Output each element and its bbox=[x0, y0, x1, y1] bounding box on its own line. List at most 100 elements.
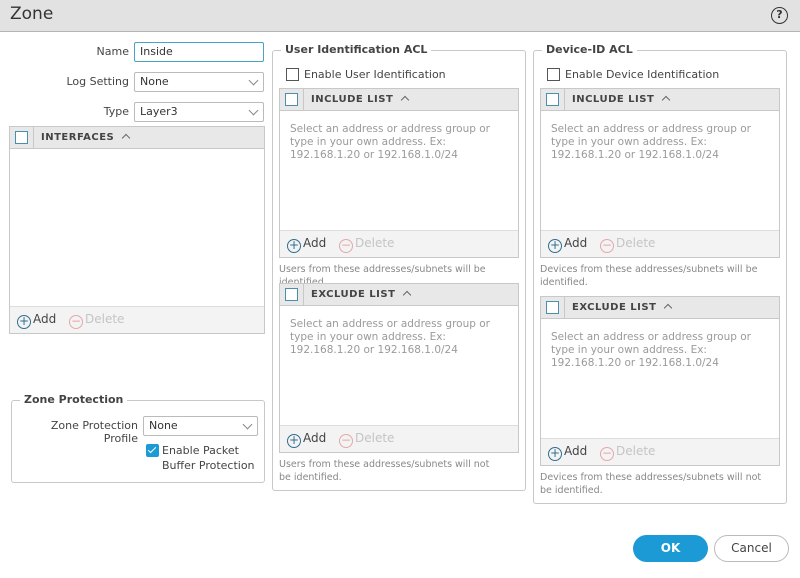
type-select[interactable]: Layer3 bbox=[134, 102, 264, 122]
plus-circle-icon: + bbox=[548, 238, 562, 253]
chevron-up-icon bbox=[122, 133, 131, 143]
chevron-up-icon bbox=[664, 303, 673, 313]
delete-button[interactable]: − Delete bbox=[600, 444, 655, 461]
chevron-up-icon bbox=[403, 290, 412, 300]
chevron-down-icon bbox=[248, 75, 259, 86]
plus-circle-icon: + bbox=[287, 238, 301, 253]
zone-protection-profile-label: Zone Protection Profile bbox=[50, 419, 138, 445]
log-setting-select[interactable]: None bbox=[134, 72, 264, 92]
add-button[interactable]: + Add bbox=[287, 431, 326, 448]
device-exclude-footer: + Add − Delete bbox=[541, 438, 779, 465]
delete-label: Delete bbox=[355, 236, 395, 250]
enable-device-id-checkbox[interactable]: Enable Device Identification bbox=[547, 68, 719, 81]
device-include-header: INCLUDE LIST bbox=[541, 89, 779, 111]
user-exclude-header-label: EXCLUDE LIST bbox=[311, 289, 396, 300]
minus-circle-icon: − bbox=[339, 433, 353, 448]
delete-label: Delete bbox=[355, 431, 395, 445]
select-all-checkbox[interactable] bbox=[285, 288, 298, 301]
dialog-title: Zone bbox=[10, 4, 54, 24]
add-button[interactable]: + Add bbox=[548, 236, 587, 253]
interfaces-header-label: INTERFACES bbox=[41, 132, 115, 143]
interfaces-grid: INTERFACES + Add − Delete bbox=[9, 126, 265, 334]
user-include-sort[interactable]: INCLUDE LIST bbox=[311, 94, 410, 105]
add-label: Add bbox=[303, 431, 327, 445]
interfaces-header: INTERFACES bbox=[10, 127, 264, 149]
enable-device-id-label: Enable Device Identification bbox=[565, 68, 720, 81]
type-value: Layer3 bbox=[140, 105, 178, 118]
zone-protection-legend: Zone Protection bbox=[20, 393, 128, 406]
device-include-note: Devices from these addresses/subnets wil… bbox=[540, 264, 758, 288]
delete-label: Delete bbox=[616, 236, 656, 250]
checkbox-box bbox=[286, 68, 299, 81]
add-button[interactable]: + Add bbox=[287, 236, 326, 253]
name-input[interactable]: Inside bbox=[134, 42, 264, 62]
packet-buffer-label-line1: Enable Packet bbox=[162, 444, 239, 457]
minus-circle-icon: − bbox=[600, 238, 614, 253]
zone-protection-profile-select[interactable]: None bbox=[143, 416, 258, 436]
help-icon[interactable]: ? bbox=[771, 7, 788, 24]
device-include-header-label: INCLUDE LIST bbox=[572, 94, 655, 105]
device-exclude-hint[interactable]: Select an address or address group or ty… bbox=[551, 331, 769, 370]
device-include-grid: INCLUDE LIST Select an address or addres… bbox=[540, 88, 780, 258]
cancel-button[interactable]: Cancel bbox=[714, 535, 789, 562]
device-exclude-grid: EXCLUDE LIST Select an address or addres… bbox=[540, 296, 780, 466]
add-button[interactable]: + Add bbox=[17, 312, 56, 329]
delete-label: Delete bbox=[616, 444, 656, 458]
device-exclude-sort[interactable]: EXCLUDE LIST bbox=[572, 302, 673, 313]
add-label: Add bbox=[564, 236, 588, 250]
user-include-footer: + Add − Delete bbox=[280, 230, 518, 257]
user-include-grid: INCLUDE LIST Select an address or addres… bbox=[279, 88, 519, 258]
enable-user-id-checkbox[interactable]: Enable User Identification bbox=[286, 68, 446, 81]
user-exclude-grid: EXCLUDE LIST Select an address or addres… bbox=[279, 283, 519, 453]
user-exclude-note: Users from these addresses/subnets will … bbox=[279, 459, 490, 483]
interfaces-footer: + Add − Delete bbox=[10, 306, 264, 333]
user-exclude-footer: + Add − Delete bbox=[280, 425, 518, 452]
device-exclude-header-label: EXCLUDE LIST bbox=[572, 302, 657, 313]
user-exclude-hint[interactable]: Select an address or address group or ty… bbox=[290, 318, 508, 357]
minus-circle-icon: − bbox=[339, 238, 353, 253]
select-all-checkbox[interactable] bbox=[546, 301, 559, 314]
user-id-acl-legend: User Identification ACL bbox=[281, 43, 432, 56]
user-exclude-header: EXCLUDE LIST bbox=[280, 284, 518, 306]
packet-buffer-label: Enable Packet Buffer Protection bbox=[162, 443, 255, 473]
minus-circle-icon: − bbox=[600, 446, 614, 461]
delete-label: Delete bbox=[85, 312, 125, 326]
device-exclude-header: EXCLUDE LIST bbox=[541, 297, 779, 319]
checkbox-box bbox=[547, 68, 560, 81]
log-setting-label: Log Setting bbox=[66, 75, 129, 88]
chevron-up-icon bbox=[662, 95, 671, 105]
device-id-acl-legend: Device-ID ACL bbox=[542, 43, 637, 56]
enable-user-id-label: Enable User Identification bbox=[304, 68, 446, 81]
plus-circle-icon: + bbox=[17, 314, 31, 329]
user-include-hint[interactable]: Select an address or address group or ty… bbox=[290, 123, 508, 162]
device-include-hint[interactable]: Select an address or address group or ty… bbox=[551, 123, 769, 162]
device-exclude-note: Devices from these addresses/subnets wil… bbox=[540, 472, 762, 496]
name-label: Name bbox=[96, 45, 129, 58]
delete-button[interactable]: − Delete bbox=[339, 431, 394, 448]
minus-circle-icon: − bbox=[69, 314, 83, 329]
delete-button[interactable]: − Delete bbox=[69, 312, 124, 329]
interfaces-sort[interactable]: INTERFACES bbox=[41, 132, 131, 143]
zone-protection-profile-value: None bbox=[149, 419, 178, 432]
log-setting-value: None bbox=[140, 75, 169, 88]
delete-button[interactable]: − Delete bbox=[600, 236, 655, 253]
chevron-down-icon bbox=[242, 419, 253, 430]
user-include-header: INCLUDE LIST bbox=[280, 89, 518, 111]
add-button[interactable]: + Add bbox=[548, 444, 587, 461]
select-all-checkbox[interactable] bbox=[546, 93, 559, 106]
select-all-checkbox[interactable] bbox=[15, 131, 28, 144]
dialog-titlebar: Zone ? bbox=[0, 0, 800, 32]
packet-buffer-checkbox[interactable] bbox=[146, 444, 159, 457]
device-include-sort[interactable]: INCLUDE LIST bbox=[572, 94, 671, 105]
delete-button[interactable]: − Delete bbox=[339, 236, 394, 253]
plus-circle-icon: + bbox=[548, 446, 562, 461]
type-label: Type bbox=[103, 105, 129, 118]
ok-button[interactable]: OK bbox=[633, 535, 708, 562]
user-exclude-sort[interactable]: EXCLUDE LIST bbox=[311, 289, 412, 300]
chevron-down-icon bbox=[248, 105, 259, 116]
add-label: Add bbox=[564, 444, 588, 458]
add-label: Add bbox=[303, 236, 327, 250]
select-all-checkbox[interactable] bbox=[285, 93, 298, 106]
add-label: Add bbox=[33, 312, 57, 326]
chevron-up-icon bbox=[401, 95, 410, 105]
